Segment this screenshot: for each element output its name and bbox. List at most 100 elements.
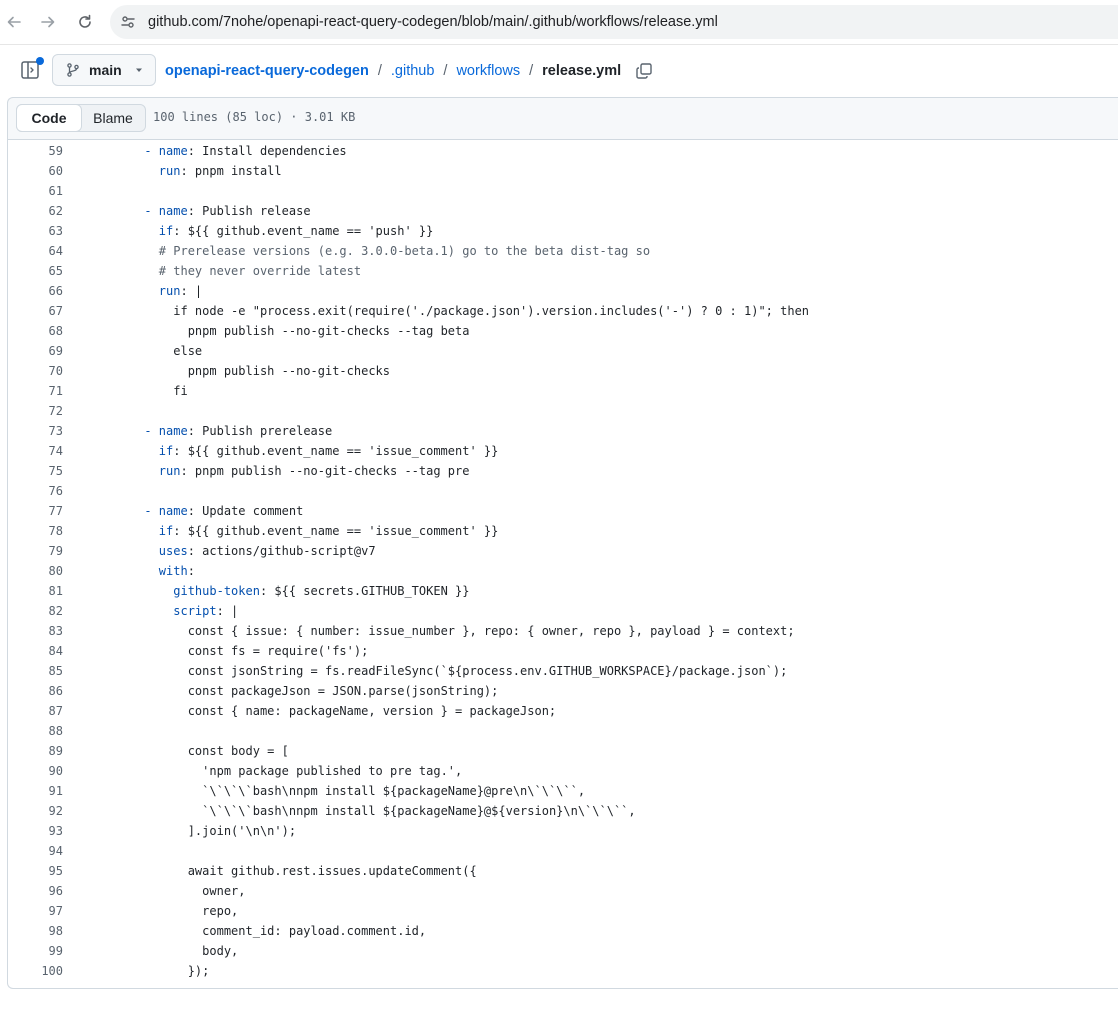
code-line: 62 - name: Publish release: [8, 201, 1118, 221]
line-content: if: ${{ github.event_name == 'issue_comm…: [101, 444, 499, 458]
code-line: 64 # Prerelease versions (e.g. 3.0.0-bet…: [8, 241, 1118, 261]
code-text: await github.rest.issues.updateComment({: [187, 864, 477, 878]
line-number[interactable]: 60: [8, 164, 63, 178]
code-line: 90 'npm package published to pre tag.',: [8, 761, 1118, 781]
line-content: if: ${{ github.event_name == 'push' }}: [101, 224, 434, 238]
line-number[interactable]: 71: [8, 384, 63, 398]
line-number[interactable]: 80: [8, 564, 63, 578]
line-number[interactable]: 65: [8, 264, 63, 278]
line-number[interactable]: 63: [8, 224, 63, 238]
line-number[interactable]: 92: [8, 804, 63, 818]
line-number[interactable]: 83: [8, 624, 63, 638]
line-number[interactable]: 75: [8, 464, 63, 478]
line-number[interactable]: 68: [8, 324, 63, 338]
file-tree-toggle-button[interactable]: [20, 57, 44, 81]
breadcrumb-repo-link[interactable]: openapi-react-query-codegen: [165, 63, 369, 79]
yaml-key: run: [158, 284, 181, 298]
code-text: comment_id: payload.comment.id,: [202, 924, 427, 938]
line-number[interactable]: 69: [8, 344, 63, 358]
line-number[interactable]: 81: [8, 584, 63, 598]
code-line: 63 if: ${{ github.event_name == 'push' }…: [8, 221, 1118, 241]
code-tab[interactable]: Code: [16, 104, 82, 132]
blame-tab[interactable]: Blame: [81, 105, 145, 131]
breadcrumb-github-link[interactable]: .github: [391, 63, 435, 79]
code-line: 89 const body = [: [8, 741, 1118, 761]
code-text: fi: [173, 384, 188, 398]
line-content: run: pnpm install: [101, 164, 282, 178]
forward-button[interactable]: [36, 10, 60, 34]
line-number[interactable]: 96: [8, 884, 63, 898]
line-number[interactable]: 97: [8, 904, 63, 918]
line-number[interactable]: 66: [8, 284, 63, 298]
code-line: 65 # they never override latest: [8, 261, 1118, 281]
address-bar[interactable]: github.com/7nohe/openapi-react-query-cod…: [110, 5, 1118, 39]
code-line: 61: [8, 181, 1118, 201]
line-number[interactable]: 98: [8, 924, 63, 938]
line-number[interactable]: 59: [8, 144, 63, 158]
code-line: 82 script: |: [8, 601, 1118, 621]
code-line: 59 - name: Install dependencies: [8, 141, 1118, 161]
reload-button[interactable]: [73, 10, 97, 34]
line-number[interactable]: 77: [8, 504, 63, 518]
line-number[interactable]: 73: [8, 424, 63, 438]
code-text: : actions/github-script@v7: [187, 544, 376, 558]
line-content: const body = [: [101, 744, 289, 758]
line-content: - name: Publish release: [101, 204, 310, 218]
yaml-key: if: [158, 224, 174, 238]
code-text: : pnpm install: [180, 164, 282, 178]
line-content: - name: Install dependencies: [101, 144, 346, 158]
branch-selector-button[interactable]: main: [52, 54, 156, 86]
code-line: 91 `\`\`\`bash\nnpm install ${packageNam…: [8, 781, 1118, 801]
code-text: pnpm publish --no-git-checks --tag beta: [187, 324, 470, 338]
code-text: : ${{ github.event_name == 'issue_commen…: [173, 444, 499, 458]
breadcrumb-workflows-link[interactable]: workflows: [456, 63, 520, 79]
line-number[interactable]: 84: [8, 644, 63, 658]
line-number[interactable]: 99: [8, 944, 63, 958]
line-number[interactable]: 72: [8, 404, 63, 418]
code-line: 75 run: pnpm publish --no-git-checks --t…: [8, 461, 1118, 481]
line-number[interactable]: 91: [8, 784, 63, 798]
copy-path-button[interactable]: [635, 62, 653, 80]
code-text: : |: [216, 604, 239, 618]
line-number[interactable]: 64: [8, 244, 63, 258]
code-text: const fs = require('fs');: [187, 644, 369, 658]
code-line: 73 - name: Publish prerelease: [8, 421, 1118, 441]
line-content: - name: Update comment: [101, 504, 303, 518]
line-number[interactable]: 62: [8, 204, 63, 218]
line-number[interactable]: 85: [8, 664, 63, 678]
code-line: 69 else: [8, 341, 1118, 361]
line-number[interactable]: 93: [8, 824, 63, 838]
line-number[interactable]: 87: [8, 704, 63, 718]
line-number[interactable]: 82: [8, 604, 63, 618]
line-content: `\`\`\`bash\nnpm install ${packageName}@…: [101, 804, 635, 818]
line-number[interactable]: 61: [8, 184, 63, 198]
line-number[interactable]: 88: [8, 724, 63, 738]
line-content: uses: actions/github-script@v7: [101, 544, 376, 558]
line-number[interactable]: 90: [8, 764, 63, 778]
copy-icon: [636, 63, 652, 79]
line-number[interactable]: 78: [8, 524, 63, 538]
line-number[interactable]: 67: [8, 304, 63, 318]
line-content: ].join('\n\n');: [101, 824, 296, 838]
browser-toolbar: github.com/7nohe/openapi-react-query-cod…: [0, 0, 1118, 44]
url-text[interactable]: github.com/7nohe/openapi-react-query-cod…: [148, 14, 718, 30]
line-number[interactable]: 95: [8, 864, 63, 878]
line-number[interactable]: 86: [8, 684, 63, 698]
code-line: 76: [8, 481, 1118, 501]
line-number[interactable]: 79: [8, 544, 63, 558]
back-button[interactable]: [2, 10, 26, 34]
code-line: 84 const fs = require('fs');: [8, 641, 1118, 661]
code-line: 85 const jsonString = fs.readFileSync(`$…: [8, 661, 1118, 681]
line-number[interactable]: 70: [8, 364, 63, 378]
code-line: 99 body,: [8, 941, 1118, 961]
line-number[interactable]: 89: [8, 744, 63, 758]
line-content: - name: Publish prerelease: [101, 424, 332, 438]
site-info-icon[interactable]: [118, 12, 138, 32]
line-number[interactable]: 94: [8, 844, 63, 858]
line-number[interactable]: 100: [8, 964, 63, 978]
code-line: 71 fi: [8, 381, 1118, 401]
breadcrumb-current-file: release.yml: [542, 63, 622, 79]
line-number[interactable]: 76: [8, 484, 63, 498]
code-line: 94: [8, 841, 1118, 861]
line-number[interactable]: 74: [8, 444, 63, 458]
